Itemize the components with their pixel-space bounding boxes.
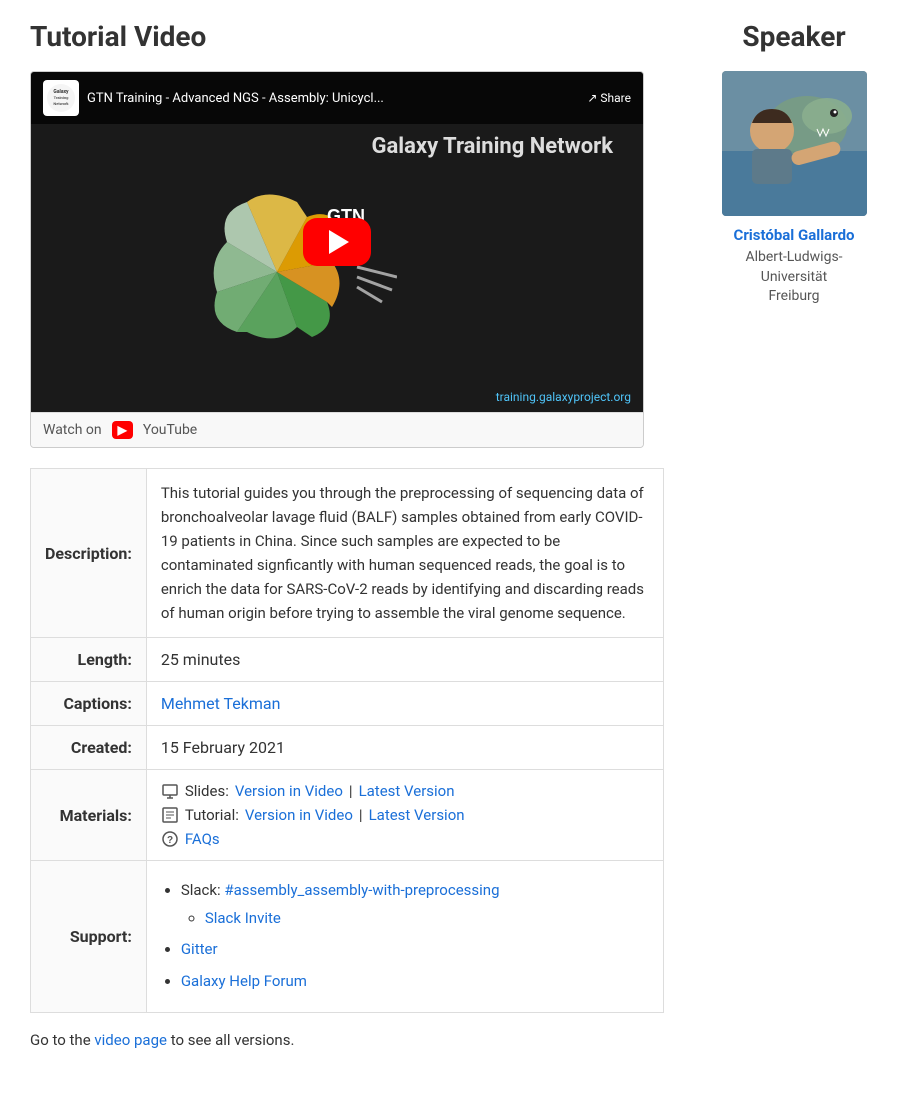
support-row: Support: Slack: #assembly_assembly-with-…: [31, 861, 664, 1013]
slides-latest-version-link[interactable]: Latest Version: [359, 782, 455, 800]
speaker-photo: [722, 71, 867, 216]
support-list: Slack: #assembly_assembly-with-preproces…: [161, 875, 649, 996]
svg-text:?: ?: [167, 835, 173, 846]
slides-line: Slides: Version in Video | Latest Versio…: [161, 782, 649, 800]
created-value: 15 February 2021: [146, 726, 663, 770]
materials-content: Slides: Version in Video | Latest Versio…: [146, 770, 663, 861]
description-text: This tutorial guides you through the pre…: [146, 469, 663, 638]
captions-value: Mehmet Tekman: [146, 682, 663, 726]
slack-label: Slack:: [181, 881, 221, 899]
svg-text:Training: Training: [54, 95, 69, 100]
slides-version-video-link[interactable]: Version in Video: [235, 782, 343, 800]
captions-row: Captions: Mehmet Tekman: [31, 682, 664, 726]
tutorial-version-video-link[interactable]: Version in Video: [245, 806, 353, 824]
support-galaxy-help-item: Galaxy Help Forum: [181, 966, 649, 996]
tutorial-line: Tutorial: Version in Video | Latest Vers…: [161, 806, 649, 824]
support-content: Slack: #assembly_assembly-with-preproces…: [146, 861, 663, 1013]
slack-sub-list: Slack Invite: [181, 905, 649, 932]
youtube-label: YouTube: [143, 422, 197, 438]
footer-prefix: Go to the: [30, 1031, 91, 1049]
training-url: training.galaxyproject.org: [496, 390, 631, 404]
tutorial-sep: |: [359, 806, 363, 824]
support-label: Support:: [31, 861, 147, 1013]
play-button[interactable]: [303, 218, 371, 266]
length-row: Length: 25 minutes: [31, 638, 664, 682]
share-button[interactable]: ↗ Share: [587, 91, 631, 105]
support-gitter-item: Gitter: [181, 934, 649, 964]
description-label: Description:: [31, 469, 147, 638]
tutorial-label: Tutorial:: [185, 806, 239, 824]
tutorial-icon: [161, 806, 179, 824]
slack-channel-link[interactable]: #assembly_assembly-with-preprocessing: [224, 881, 499, 899]
speaker-title: Speaker: [704, 20, 884, 53]
speaker-avatar-svg: [722, 71, 867, 216]
video-top-bar: Galaxy Training Network GTN Training - A…: [31, 72, 643, 124]
materials-row: Materials: Slides: Version in Video |: [31, 770, 664, 861]
galaxy-logo: Galaxy Training Network: [43, 80, 79, 116]
gtn-logo-svg: GTN Video Tutorial: [197, 162, 397, 362]
slides-label: Slides:: [185, 782, 229, 800]
video-container: Galaxy Training Network GTN Training - A…: [30, 71, 644, 448]
info-table: Description: This tutorial guides you th…: [30, 468, 664, 1013]
slides-icon: [161, 782, 179, 800]
tutorial-title: Tutorial Video: [30, 20, 664, 53]
watch-on-label: Watch on: [43, 422, 102, 438]
youtube-bar: Watch on ▶ YouTube: [31, 412, 643, 447]
created-label: Created:: [31, 726, 147, 770]
video-thumbnail[interactable]: Galaxy Training Network GTN Training - A…: [31, 72, 643, 412]
speaker-name[interactable]: Cristóbal Gallardo: [704, 226, 884, 244]
materials-label: Materials:: [31, 770, 147, 861]
faqs-icon: ?: [161, 830, 179, 848]
youtube-icon: ▶: [112, 421, 133, 439]
slack-invite-link[interactable]: Slack Invite: [205, 909, 281, 927]
description-row: Description: This tutorial guides you th…: [31, 469, 664, 638]
faqs-link[interactable]: FAQs: [185, 830, 220, 848]
footer-suffix-text: to see all versions.: [171, 1031, 295, 1049]
faqs-line: ? FAQs: [161, 830, 649, 848]
svg-text:Network: Network: [53, 101, 69, 106]
speaker-affiliation: Albert-Ludwigs- Universität Freiburg: [704, 248, 884, 307]
length-label: Length:: [31, 638, 147, 682]
captions-label: Captions:: [31, 682, 147, 726]
video-top-title: GTN Training - Advanced NGS - Assembly: …: [87, 91, 579, 106]
video-text-overlay: Galaxy Training Network: [372, 132, 613, 163]
captions-link[interactable]: Mehmet Tekman: [161, 694, 281, 713]
footer-text: Go to the video page to see all versions…: [30, 1031, 664, 1049]
speaker-sidebar: Speaker: [704, 20, 884, 307]
created-row: Created: 15 February 2021: [31, 726, 664, 770]
galaxy-help-link[interactable]: Galaxy Help Forum: [181, 972, 307, 990]
video-page-link[interactable]: video page: [94, 1031, 167, 1049]
gitter-link[interactable]: Gitter: [181, 940, 218, 958]
slides-sep: |: [349, 782, 353, 800]
support-slack-item: Slack: #assembly_assembly-with-preproces…: [181, 875, 649, 932]
tutorial-latest-version-link[interactable]: Latest Version: [369, 806, 465, 824]
length-value: 25 minutes: [146, 638, 663, 682]
slack-invite-item: Slack Invite: [205, 905, 649, 932]
